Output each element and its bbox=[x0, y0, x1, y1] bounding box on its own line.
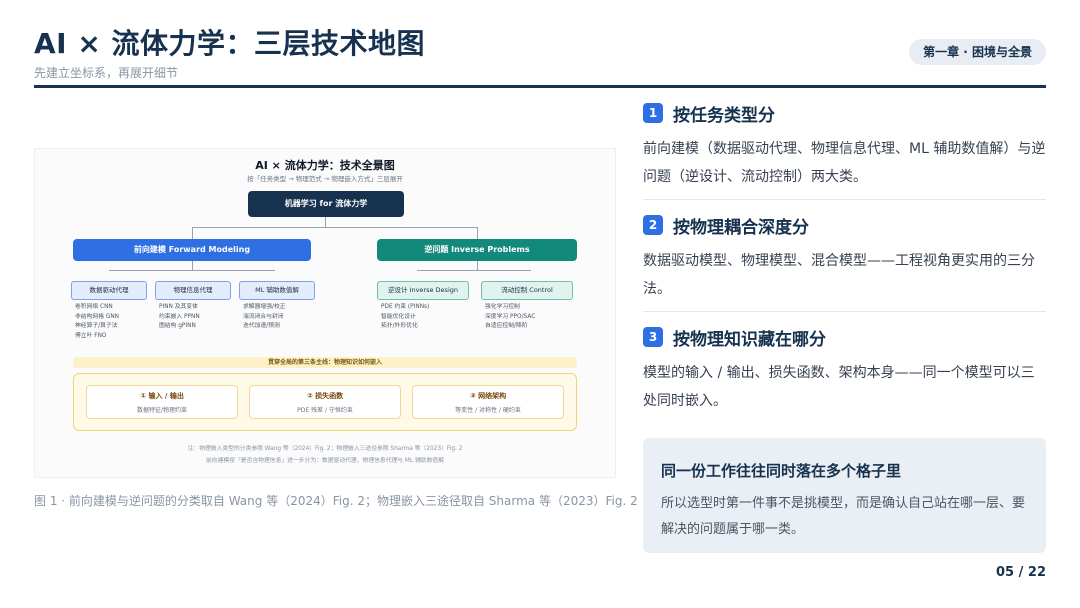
card-items: PDE 约束 (PINNs) 智能优化设计 拓扑/外形优化 bbox=[381, 303, 429, 332]
way-title: ② 损失函数 bbox=[306, 392, 344, 400]
section-task-type: 1 按任务类型分 前向建模（数据驱动代理、物理信息代理、ML 辅助数值解）与逆问… bbox=[643, 100, 1046, 191]
section-number-badge: 1 bbox=[643, 103, 663, 123]
card-flow-control: 流动控制 Control bbox=[481, 281, 573, 300]
card-item: 强化学习控制 bbox=[485, 304, 520, 310]
section-title: 按物理耦合深度分 bbox=[673, 217, 809, 238]
card-item: 湍流闭合与封闭 bbox=[243, 313, 284, 320]
way-title: ① 输入 / 输出 bbox=[140, 392, 184, 400]
section-title: 按物理知识藏在哪分 bbox=[673, 329, 826, 350]
section-knowledge-location: 3 按物理知识藏在哪分 模型的输入 / 输出、损失函数、架构本身——同一个模型可… bbox=[643, 324, 1046, 415]
connector-fwd-h bbox=[109, 270, 275, 271]
way-title: ③ 网络架构 bbox=[469, 392, 507, 400]
card-item: 自适应控制/降阶 bbox=[485, 323, 528, 329]
card-item: 傅立叶 FNO bbox=[75, 332, 107, 339]
card-items: 卷积网络 CNN 非结构网格 GNN 神经算子/算子法 傅立叶 FNO bbox=[75, 303, 119, 341]
page-number: 05 / 22 bbox=[996, 565, 1046, 580]
card-item: 迭代加速/预测 bbox=[243, 323, 280, 329]
taxonomy-figure: AI × 流体力学：技术全景图 按「任务类型 → 物理范式 → 物理嵌入方式」三… bbox=[34, 148, 616, 478]
way-architecture: ③ 网络架构 等变性 / 对称性 / 硬约束 bbox=[412, 385, 564, 419]
card-items: PINN 及其变体 约束嵌入 PPNN 图结构 gPINN bbox=[159, 303, 200, 332]
figure-note: 注：物理嵌入类型的分类参照 Wang 等（2024）Fig. 2；物理嵌入三途径… bbox=[187, 446, 463, 452]
connector-left bbox=[192, 227, 193, 239]
page-title: AI × 流体力学：三层技术地图 bbox=[34, 27, 426, 60]
card-item: 深度学习 PPO/SAC bbox=[485, 313, 536, 320]
card-data-driven: 数据驱动代理 bbox=[71, 281, 147, 300]
section-body: 前向建模（数据驱动代理、物理信息代理、ML 辅助数值解）与逆问题（逆设计、流动控… bbox=[643, 141, 1046, 185]
way-desc: PDE 残差 / 守恒约束 bbox=[297, 407, 353, 414]
header-divider bbox=[34, 85, 1046, 88]
card-item: 图结构 gPINN bbox=[159, 323, 196, 329]
way-input-output: ① 输入 / 输出 数据特征/物理约束 bbox=[86, 385, 238, 419]
section-divider bbox=[643, 311, 1046, 312]
section-body: 数据驱动模型、物理模型、混合模型——工程视角更实用的三分法。 bbox=[643, 253, 1035, 297]
card-inverse-design: 逆设计 Inverse Design bbox=[377, 281, 469, 300]
card-ml-numerics: ML 辅助数值解 bbox=[239, 281, 315, 300]
figure-root-node: 机器学习 for 流体力学 bbox=[248, 191, 404, 217]
card-item: 求解器增强/校正 bbox=[243, 304, 286, 310]
card-item: PDE 约束 (PINNs) bbox=[381, 304, 430, 310]
figure-note: 前向建模按「是否含物理信息」进一步分为：数据驱动代理、物理信息代理与 ML 辅助… bbox=[206, 458, 444, 464]
callout-body: 所以选型时第一件事不是挑模型，而是确认自己站在哪一层、要解决的问题属于哪一类。 bbox=[661, 496, 1026, 537]
callout-title: 同一份工作往往同时落在多个格子里 bbox=[661, 462, 902, 480]
chapter-badge: 第一章 · 困境与全景 bbox=[909, 39, 1046, 65]
connector-h bbox=[192, 227, 477, 228]
forward-modeling-node: 前向建模 Forward Modeling bbox=[73, 239, 311, 261]
card-items: 强化学习控制 深度学习 PPO/SAC 自适应控制/降阶 bbox=[485, 303, 535, 332]
card-items: 求解器增强/校正 湍流闭合与封闭 迭代加速/预测 bbox=[243, 303, 286, 332]
card-item: 拓扑/外形优化 bbox=[381, 323, 418, 329]
connector-right bbox=[477, 227, 478, 239]
way-desc: 数据特征/物理约束 bbox=[136, 407, 188, 414]
card-item: 智能优化设计 bbox=[381, 313, 416, 320]
page-subtitle: 先建立坐标系，再展开细节 bbox=[34, 66, 179, 80]
inverse-problems-node: 逆问题 Inverse Problems bbox=[377, 239, 577, 261]
figure-subtitle: 按「任务类型 → 物理范式 → 物理嵌入方式」三层展开 bbox=[247, 175, 403, 183]
section-title: 按任务类型分 bbox=[673, 105, 775, 126]
card-item: 神经算子/算子法 bbox=[75, 323, 118, 329]
section-body: 模型的输入 / 输出、损失函数、架构本身——同一个模型可以三处同时嵌入。 bbox=[643, 365, 1035, 409]
connector-root bbox=[325, 217, 326, 227]
card-item: 约束嵌入 PPNN bbox=[159, 313, 200, 320]
card-item: PINN 及其变体 bbox=[159, 304, 198, 310]
connector-inv-h bbox=[417, 270, 531, 271]
section-number-badge: 3 bbox=[643, 327, 663, 347]
card-item: 非结构网格 GNN bbox=[75, 313, 119, 320]
way-desc: 等变性 / 对称性 / 硬约束 bbox=[455, 407, 521, 414]
key-insight-callout: 同一份工作往往同时落在多个格子里 所以选型时第一件事不是挑模型，而是确认自己站在… bbox=[643, 438, 1046, 553]
figure-caption: 图 1 · 前向建模与逆问题的分类取自 Wang 等（2024）Fig. 2；物… bbox=[34, 494, 638, 508]
section-coupling-depth: 2 按物理耦合深度分 数据驱动模型、物理模型、混合模型——工程视角更实用的三分法… bbox=[643, 212, 1046, 303]
way-loss: ② 损失函数 PDE 残差 / 守恒约束 bbox=[249, 385, 401, 419]
embedding-ways-box: ① 输入 / 输出 数据特征/物理约束 ② 损失函数 PDE 残差 / 守恒约束… bbox=[73, 373, 577, 431]
connector-fwd-v bbox=[192, 261, 193, 270]
embedding-band-label: 贯穿全局的第三条主线：物理知识如何嵌入 bbox=[73, 357, 577, 368]
section-divider bbox=[643, 199, 1046, 200]
section-number-badge: 2 bbox=[643, 215, 663, 235]
card-item: 卷积网络 CNN bbox=[75, 304, 113, 310]
card-physics-informed: 物理信息代理 bbox=[155, 281, 231, 300]
figure-title: AI × 流体力学：技术全景图 bbox=[255, 159, 395, 172]
connector-inv-v bbox=[477, 261, 478, 270]
